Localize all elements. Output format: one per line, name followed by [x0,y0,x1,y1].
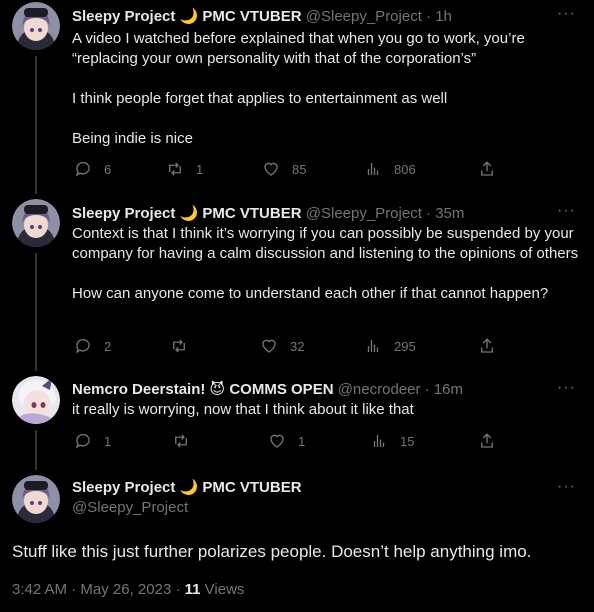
more-options-button[interactable]: ··· [557,379,576,397]
share-icon [481,161,493,176]
reply-count: 2 [104,338,112,354]
more-options-button[interactable]: ··· [557,202,576,220]
more-options-button[interactable]: ··· [557,5,576,23]
like-count: 32 [290,338,305,354]
views-count: 11 [184,581,201,598]
share-button[interactable] [478,337,496,360]
reply-button[interactable]: 6 [74,160,114,178]
tweet-paragraph: How can anyone come to understand each o… [72,285,549,302]
repost-button[interactable]: 1 [166,160,206,178]
thread-connector-line [35,56,37,194]
heart-icon [264,162,278,176]
tweet-text: it really is worrying, now that I think … [72,400,582,420]
tweet-paragraph: I think people forget that applies to en… [72,90,448,107]
reply-button[interactable]: 1 [74,432,114,450]
avatar[interactable] [12,2,60,50]
tweet-paragraph: Being indie is nice [72,130,193,147]
share-icon [481,433,493,448]
reply-icon [75,433,90,449]
main-tweet-meta: 3:42 AM · May 26, 2023 · 11 Views [12,580,244,600]
repost-icon [175,434,187,448]
tweet-actions: 6 1 85 806 [72,160,502,180]
reply-count: 1 [104,433,112,449]
tweet-paragraph: Context is that I think it’s worrying if… [72,225,579,262]
timestamp[interactable]: 1h [435,8,452,25]
share-button[interactable] [478,160,496,183]
like-count: 1 [298,433,306,449]
avatar[interactable] [12,376,60,424]
post-time[interactable]: 3:42 AM [12,581,67,598]
reply-icon [75,161,90,177]
like-button[interactable]: 1 [268,432,308,450]
repost-button[interactable] [172,432,212,450]
tweet-text: A video I watched before explained that … [72,29,582,149]
heart-icon [262,339,276,353]
like-count: 85 [292,161,307,177]
repost-count: 1 [196,161,204,177]
separator-dot: · [424,381,430,398]
heart-icon [270,434,284,448]
tweet-text: Context is that I think it’s worrying if… [72,224,582,304]
analytics-icon [373,435,385,447]
avatar[interactable] [12,199,60,247]
like-button[interactable]: 85 [262,160,306,178]
user-handle[interactable]: @necrodeer [338,381,421,398]
separator-dot: · [71,581,77,598]
view-count: 295 [394,338,416,354]
main-tweet-handle[interactable]: @Sleepy_Project [72,498,188,518]
repost-icon [169,162,181,176]
main-tweet-text: Stuff like this just further polarizes p… [12,542,532,561]
user-handle[interactable]: @Sleepy_Project [306,205,422,222]
view-count: 15 [400,433,415,449]
more-options-button[interactable]: ··· [557,478,576,496]
share-icon [481,338,493,353]
tweet-paragraph: it really is worrying, now that I think … [72,401,414,418]
share-button[interactable] [478,432,496,455]
analytics-icon [367,163,379,175]
tweet-paragraph: A video I watched before explained that … [72,30,525,67]
like-button[interactable]: 32 [260,337,304,355]
main-tweet-display-name[interactable]: Sleepy Project 🌙 PMC VTUBER [72,478,302,498]
views-button[interactable]: 295 [364,337,416,355]
timestamp[interactable]: 35m [435,205,464,222]
tweet-header: Nemcro Deerstain! 😈 COMMS OPEN @necrodee… [72,380,463,400]
thread-connector-line [35,253,37,371]
tweet-actions: 2 32 295 [72,337,502,357]
reply-button[interactable]: 2 [74,337,114,355]
views-label: Views [204,581,245,598]
main-tweet-avatar[interactable] [12,475,60,523]
user-handle[interactable]: @Sleepy_Project [306,8,422,25]
separator-dot: · [175,581,181,598]
tweet-header: Sleepy Project 🌙 PMC VTUBER @Sleepy_Proj… [72,204,464,224]
display-name[interactable]: Nemcro Deerstain! 😈 COMMS OPEN [72,381,334,398]
views-button[interactable]: 806 [364,160,416,178]
display-name[interactable]: Sleepy Project 🌙 PMC VTUBER [72,8,302,25]
analytics-icon [367,340,379,352]
views-button[interactable]: 15 [370,432,414,450]
thread-connector-line [35,430,37,470]
tweet-actions: 1 1 15 [72,432,502,452]
display-name[interactable]: Sleepy Project 🌙 PMC VTUBER [72,205,302,222]
tweet-header: Sleepy Project 🌙 PMC VTUBER @Sleepy_Proj… [72,7,452,27]
timestamp[interactable]: 16m [434,381,463,398]
conversation-thread: Sleepy Project 🌙 PMC VTUBER @Sleepy_Proj… [0,0,594,612]
separator-dot: · [426,205,432,222]
repost-icon [173,339,185,353]
post-date[interactable]: May 26, 2023 [80,581,171,598]
reply-icon [75,338,90,354]
view-count: 806 [394,161,416,177]
separator-dot: · [426,8,432,25]
reply-count: 6 [104,161,112,177]
repost-button[interactable] [170,337,210,355]
